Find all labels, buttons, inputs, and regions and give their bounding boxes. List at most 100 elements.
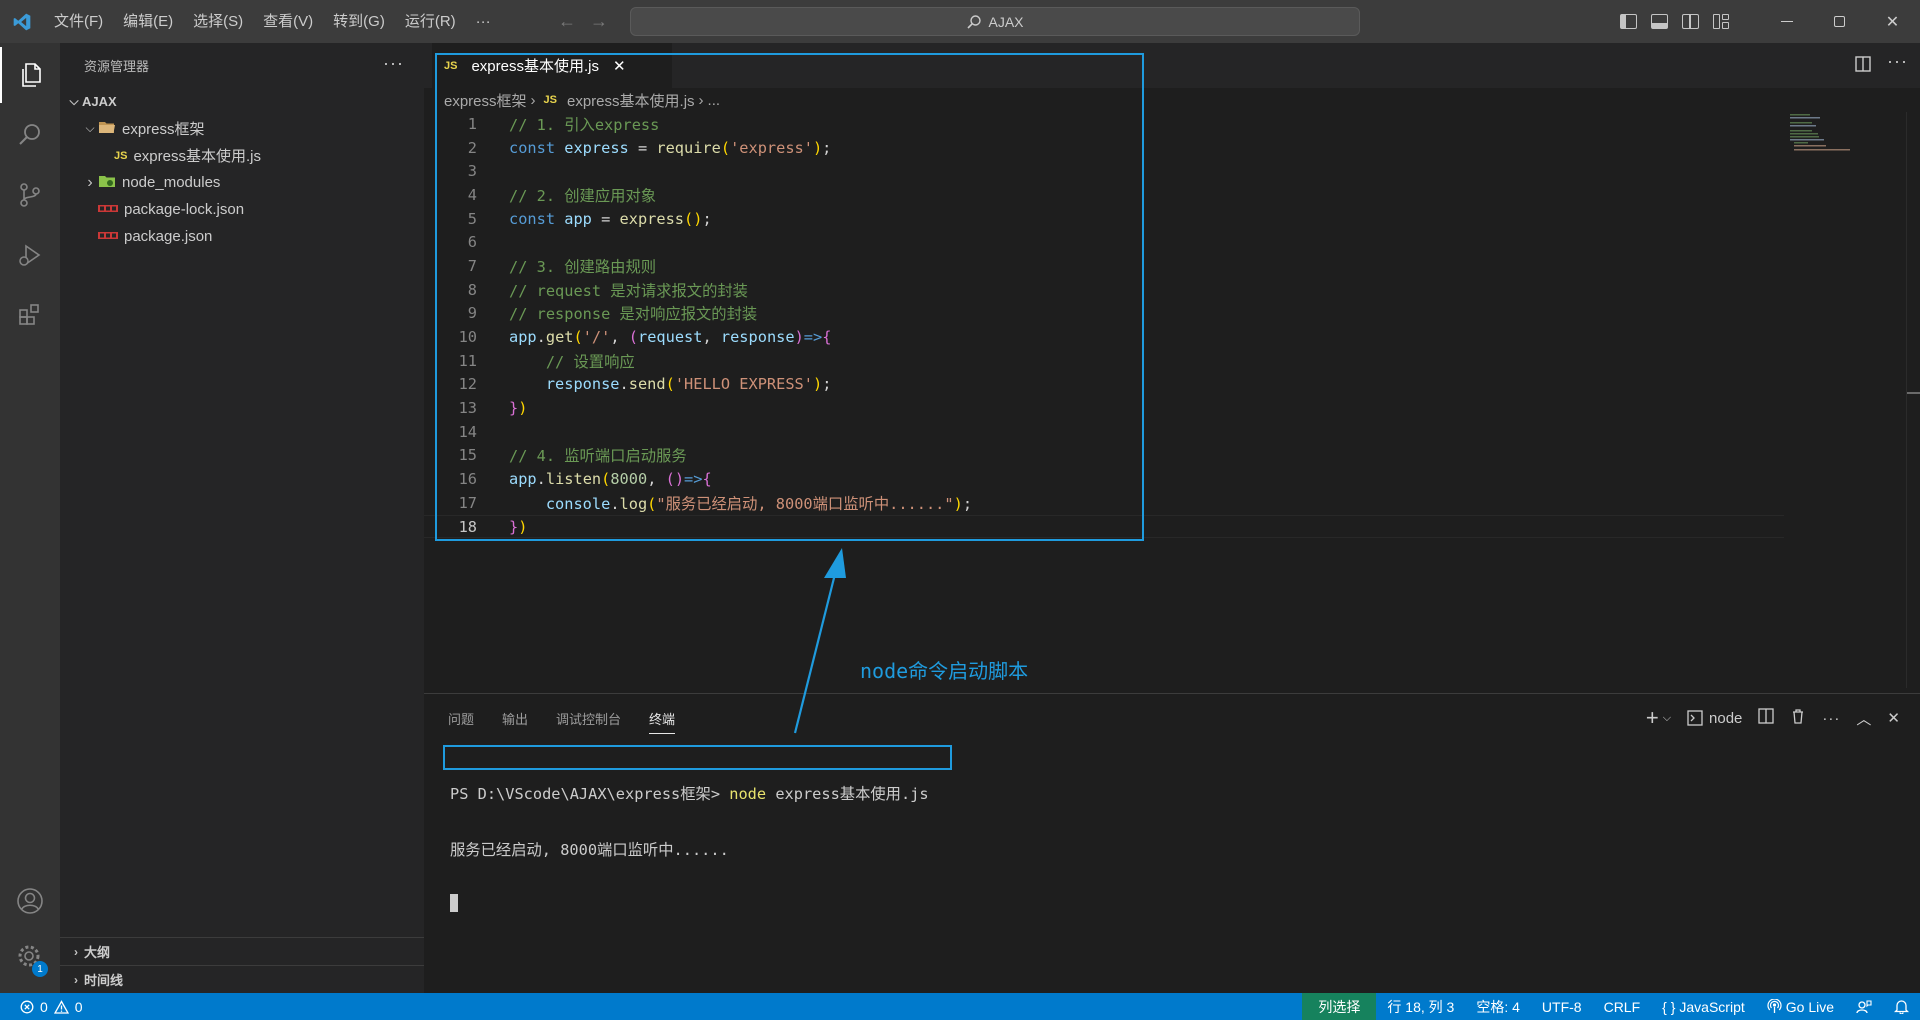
notifications-bell-icon[interactable] xyxy=(1883,993,1920,1020)
warning-count: 0 xyxy=(74,998,83,1015)
end-of-line[interactable]: CRLF xyxy=(1593,993,1652,1020)
bottom-panel: 问题 输出 调试控制台 终端 + ⌵ node ··· ︿ ✕ PS D:\VScod… xyxy=(424,693,1920,993)
kill-terminal-trash-icon[interactable] xyxy=(1790,708,1806,728)
sidebar-bottom-sections: › 大纲 › 时间线 xyxy=(60,937,424,993)
menu-more[interactable]: ··· xyxy=(466,0,501,43)
status-bar-right: 列选择 行 18, 列 3 空格: 4 UTF-8 CRLF { } JavaS… xyxy=(1302,993,1920,1020)
go-live-button[interactable]: Go Live xyxy=(1756,993,1845,1020)
command-center-label: AJAX xyxy=(988,13,1024,30)
js-file-icon: JS xyxy=(114,149,128,162)
manage-gear-icon[interactable]: 1 xyxy=(0,929,60,985)
timeline-label: 时间线 xyxy=(84,973,124,988)
terminal-cursor-line xyxy=(450,894,929,914)
forward-arrow-icon[interactable]: → xyxy=(590,11,608,32)
split-editor-icon[interactable] xyxy=(1854,55,1872,78)
panel-tab[interactable]: 问题 xyxy=(448,709,474,728)
tree-item-label: node_modules xyxy=(122,174,221,191)
terminal-shell-selector[interactable]: node xyxy=(1687,710,1742,727)
editor-scrollbar[interactable] xyxy=(1906,112,1920,688)
toggle-panel-icon[interactable] xyxy=(1651,14,1668,29)
panel-actions: + ⌵ node ··· ︿ ✕ xyxy=(1646,694,1900,742)
tree-item-label: package-lock.json xyxy=(124,201,245,218)
problems-status[interactable]: 0 0 xyxy=(0,999,83,1015)
tree-item-label: express框架 xyxy=(122,121,205,138)
annotation-arrow xyxy=(793,548,846,734)
terminal-command-line: PS D:\VScode\AJAX\express框架> node expres… xyxy=(450,782,929,803)
window-controls: ✕ xyxy=(1760,0,1919,43)
toggle-primary-sidebar-icon[interactable] xyxy=(1620,14,1637,29)
menu-bar: 文件(F) 编辑(E) 选择(S) 查看(V) 转到(G) 运行(R) ··· xyxy=(44,0,501,43)
language-mode[interactable]: { } JavaScript xyxy=(1651,993,1756,1020)
workspace-root-label: AJAX xyxy=(82,94,117,109)
split-terminal-icon[interactable] xyxy=(1758,708,1775,728)
cursor-position[interactable]: 行 18, 列 3 xyxy=(1376,993,1465,1020)
menu-item[interactable]: 选择(S) xyxy=(183,0,253,43)
feedback-icon[interactable] xyxy=(1845,993,1883,1020)
panel-tab[interactable]: 输出 xyxy=(502,709,528,728)
shell-label: node xyxy=(1709,709,1743,727)
terminal-command: node xyxy=(729,785,767,803)
workspace-root[interactable]: ⌵ AJAX xyxy=(60,88,424,115)
braces-icon: { } xyxy=(1662,998,1676,1015)
close-window-button[interactable]: ✕ xyxy=(1866,0,1919,43)
annotation-command-highlight-box xyxy=(443,745,952,770)
error-count: 0 xyxy=(40,998,48,1015)
chevron-right-icon: › xyxy=(74,944,78,959)
broadcast-icon xyxy=(1767,999,1782,1013)
close-panel-icon[interactable]: ✕ xyxy=(1887,709,1900,727)
minimap[interactable] xyxy=(1790,112,1850,152)
menu-item[interactable]: 转到(G) xyxy=(323,0,395,43)
restore-button[interactable] xyxy=(1813,0,1866,43)
panel-more-actions-icon[interactable]: ··· xyxy=(1822,710,1840,727)
vscode-logo-icon[interactable] xyxy=(0,0,44,43)
editor-more-actions-icon[interactable]: ··· xyxy=(1887,51,1908,72)
more-actions-icon[interactable]: ··· xyxy=(383,53,404,74)
go-live-label: Go Live xyxy=(1785,998,1834,1015)
chevron-down-icon[interactable]: ⌵ xyxy=(1663,712,1671,725)
warning-icon xyxy=(53,999,69,1014)
toggle-secondary-sidebar-icon[interactable] xyxy=(1682,14,1699,29)
panel-tab[interactable]: 终端 xyxy=(649,709,676,734)
menu-item[interactable]: 运行(R) xyxy=(395,0,466,43)
back-arrow-icon[interactable]: ← xyxy=(558,11,576,32)
column-selection-mode[interactable]: 列选择 xyxy=(1302,993,1377,1020)
language-label: JavaScript xyxy=(1679,998,1745,1015)
notification-count-badge: 1 xyxy=(32,961,48,977)
outline-label: 大纲 xyxy=(84,945,111,960)
menu-item[interactable]: 查看(V) xyxy=(253,0,323,43)
outline-section[interactable]: › 大纲 xyxy=(60,937,424,965)
encoding[interactable]: UTF-8 xyxy=(1531,993,1593,1020)
account-icon[interactable] xyxy=(0,873,60,929)
chevron-right-icon: › xyxy=(74,972,78,987)
tree-item[interactable]: package-lock.json xyxy=(60,196,424,223)
menu-item[interactable]: 文件(F) xyxy=(44,0,113,43)
panel-tab[interactable]: 调试控制台 xyxy=(556,709,621,728)
command-center-search[interactable]: AJAX xyxy=(630,7,1360,36)
explorer-icon[interactable] xyxy=(0,47,60,103)
search-icon[interactable] xyxy=(0,107,60,163)
source-control-icon[interactable] xyxy=(0,167,60,223)
customize-layout-icon[interactable] xyxy=(1713,14,1730,29)
sidebar-header: 资源管理器 ··· xyxy=(60,43,424,88)
error-icon xyxy=(20,1000,34,1013)
tree-item[interactable]: package.json xyxy=(60,223,424,250)
tree-item[interactable]: ⌵ express框架 xyxy=(60,115,424,142)
terminal-prompt: PS D:\VScode\AJAX\express框架> xyxy=(450,785,730,803)
title-bar: 文件(F) 编辑(E) 选择(S) 查看(V) 转到(G) 运行(R) ··· ← → AJ… xyxy=(0,0,1920,43)
explorer-sidebar: 资源管理器 ··· ⌵ AJAX ⌵ express框架 JS express基本使用… xyxy=(60,43,424,993)
run-debug-icon[interactable] xyxy=(0,227,60,283)
tree-item[interactable]: › node_modules xyxy=(60,169,424,196)
maximize-panel-chevron-up-icon[interactable]: ︿ xyxy=(1856,708,1871,729)
terminal-view[interactable]: PS D:\VScode\AJAX\express框架> node expres… xyxy=(450,746,929,950)
tree-item-label: package.json xyxy=(124,228,213,245)
timeline-section[interactable]: › 时间线 xyxy=(60,965,424,993)
indentation[interactable]: 空格: 4 xyxy=(1465,993,1531,1020)
menu-item[interactable]: 编辑(E) xyxy=(113,0,183,43)
navigation-arrows: ← → xyxy=(558,0,608,43)
chevron-down-icon: ⌵ xyxy=(85,121,95,135)
terminal-icon xyxy=(1687,710,1703,726)
extensions-icon[interactable] xyxy=(0,287,60,343)
tree-item[interactable]: JS express基本使用.js xyxy=(60,142,424,169)
minimize-button[interactable] xyxy=(1760,0,1813,43)
new-terminal-plus-icon[interactable]: + xyxy=(1646,705,1659,731)
